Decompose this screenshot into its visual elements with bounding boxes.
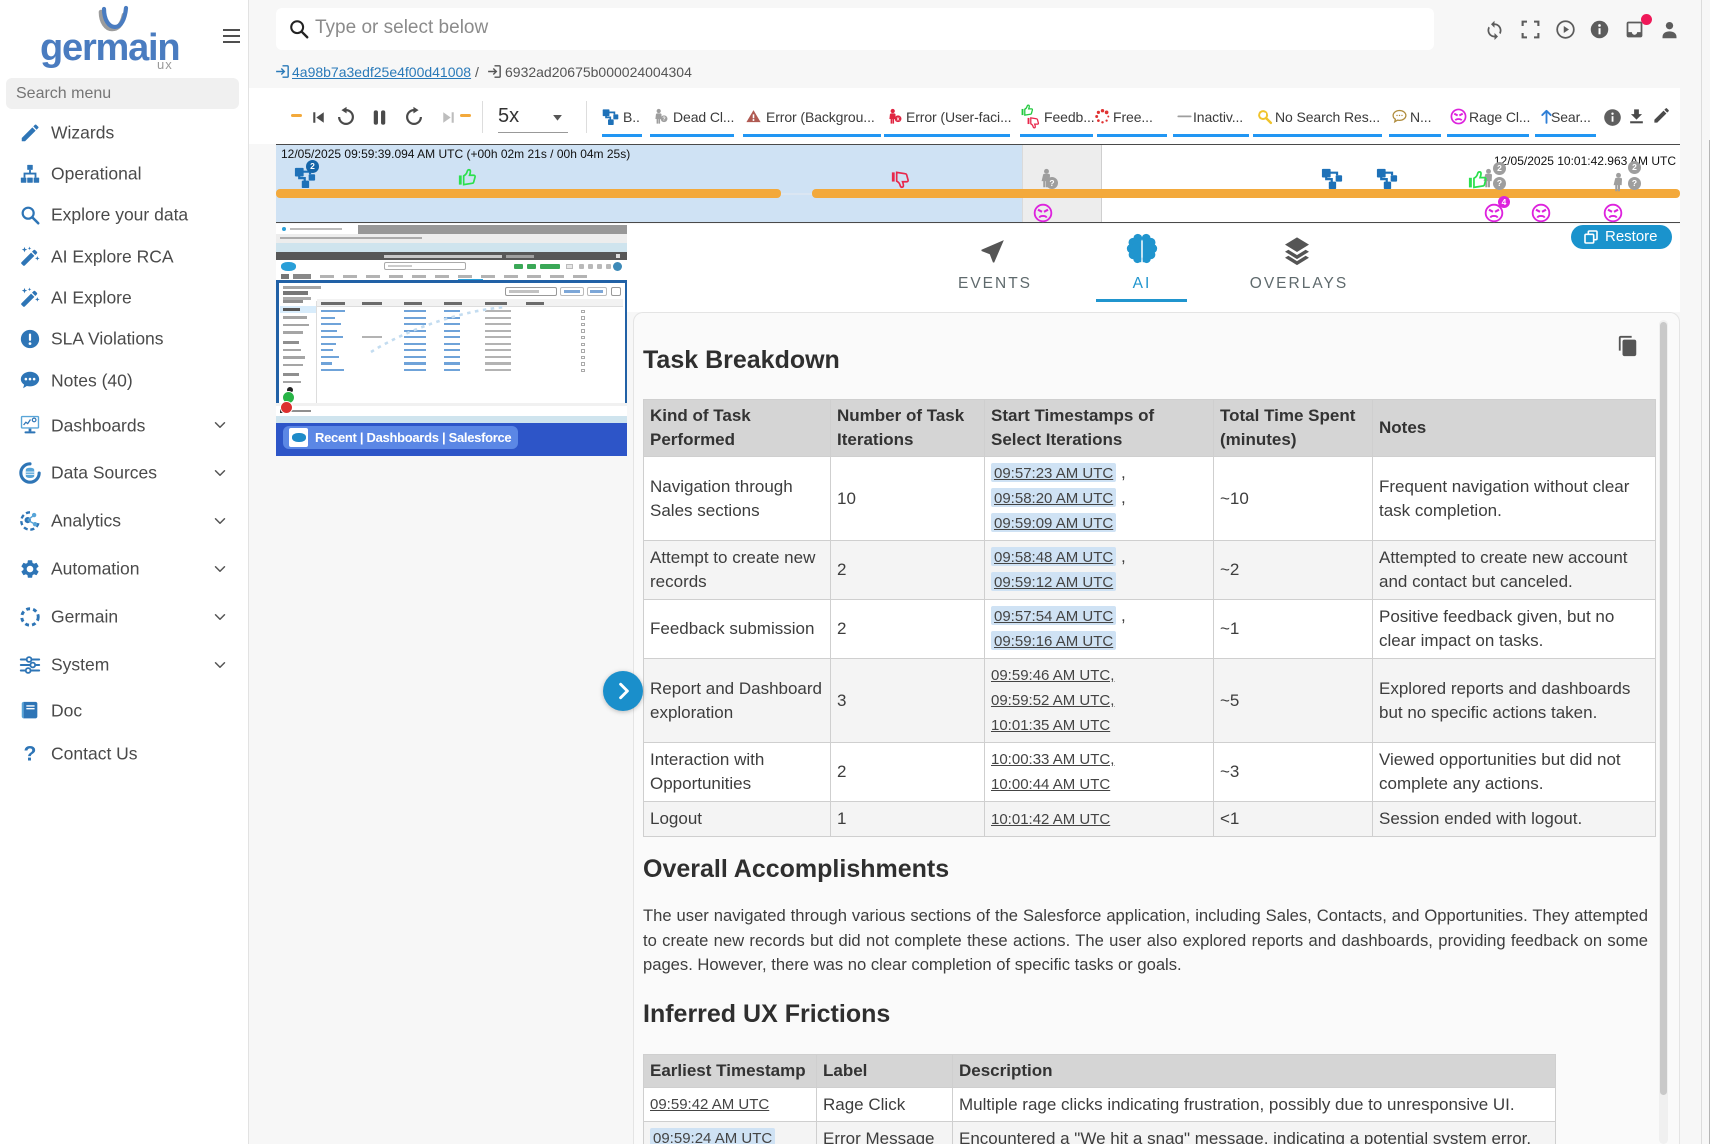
svg-text:?: ?: [662, 117, 665, 123]
svg-text:x: x: [897, 117, 900, 123]
svg-text:?: ?: [24, 743, 37, 765]
